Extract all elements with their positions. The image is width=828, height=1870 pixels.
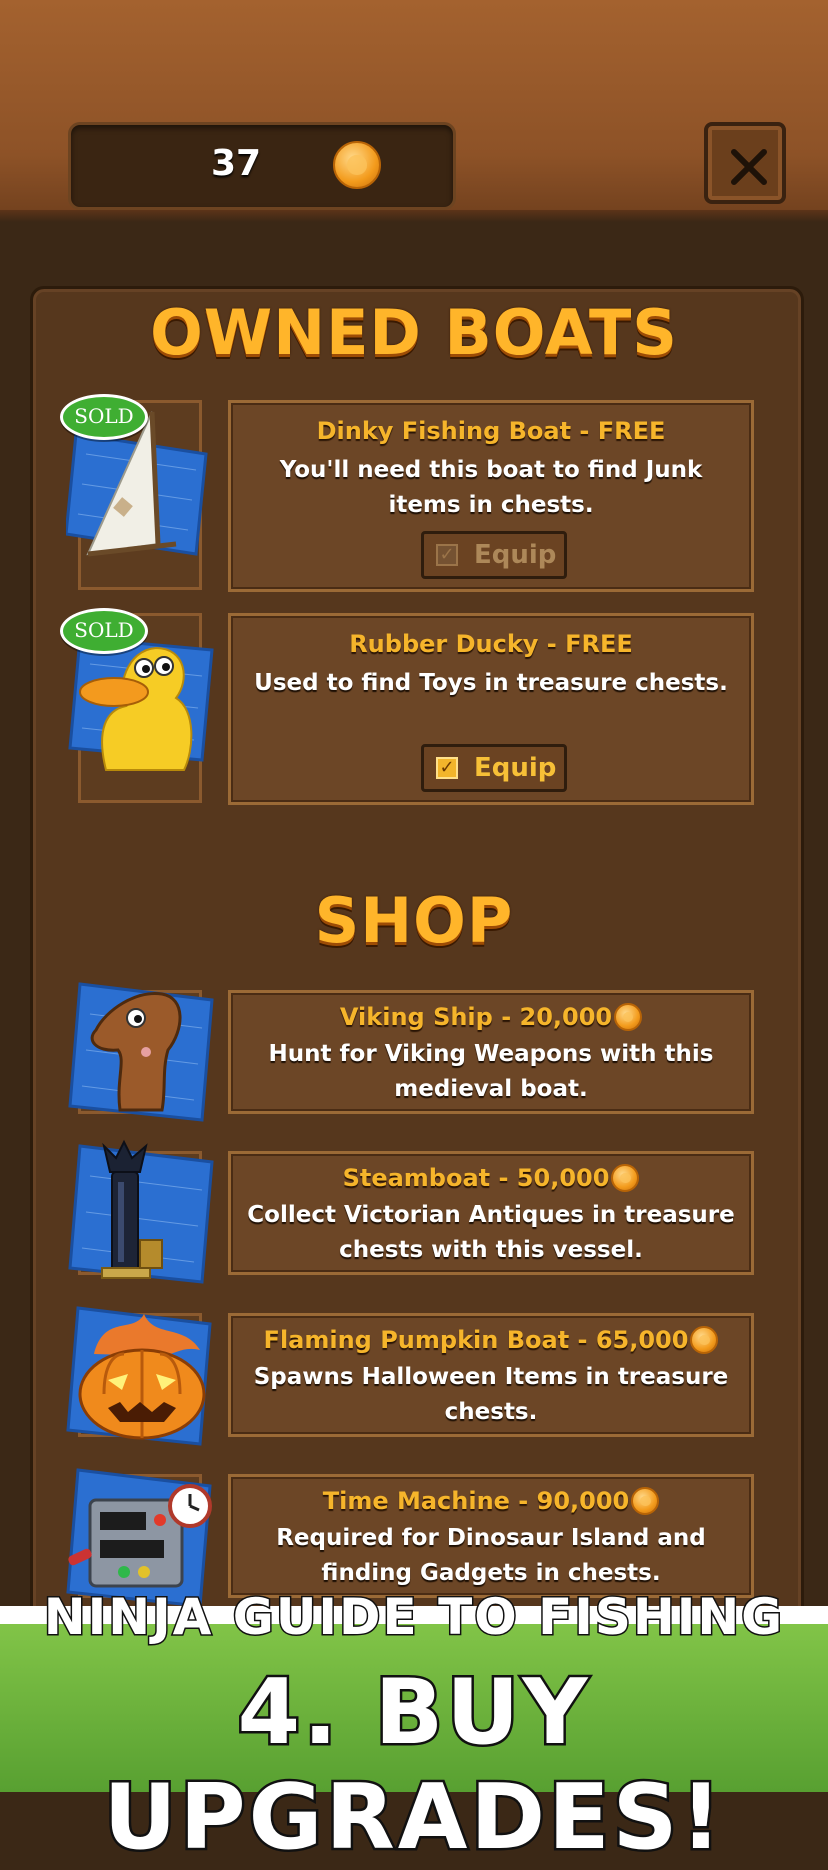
sold-badge: SOLD (60, 608, 148, 654)
checkbox-checked-icon: ✓ (436, 757, 458, 779)
coin-icon (631, 1487, 660, 1515)
shop-boat-card[interactable]: Flaming Pumpkin Boat - 65,000 Spawns Hal… (228, 1313, 754, 1437)
boat-description-line: Collect Victorian Antiques in treasure (247, 1202, 735, 1228)
boat-title: Rubber Ducky - FREE (349, 630, 633, 658)
boat-description-line: chests. (444, 1399, 538, 1425)
boat-title: Time Machine - 90,000 (322, 1487, 630, 1515)
owned-boat-card: Dinky Fishing Boat - FREE You'll need th… (228, 400, 754, 592)
boat-description-line: Required for Dinosaur Island and (276, 1525, 706, 1551)
boat-description-line: You'll need this boat to find Junk (279, 457, 703, 483)
boat-price-title: Viking Ship - 20,000 (231, 1003, 751, 1031)
shop-boat-card[interactable]: Steamboat - 50,000 Collect Victorian Ant… (228, 1151, 754, 1275)
boat-title: Steamboat - 50,000 (342, 1164, 610, 1192)
coin-icon (611, 1164, 640, 1192)
boat-description-line: finding Gadgets in chests. (321, 1560, 661, 1586)
flaming-pumpkin-blueprint-icon (64, 1294, 214, 1454)
viking-dragon-blueprint-icon (66, 970, 216, 1130)
boat-price-title: Time Machine - 90,000 (231, 1487, 751, 1515)
boat-title: Flaming Pumpkin Boat - 65,000 (263, 1326, 689, 1354)
coin-count: 37 (211, 143, 262, 184)
close-icon (731, 149, 767, 185)
boat-description-line: items in chests. (388, 492, 594, 518)
sold-badge: SOLD (60, 394, 148, 440)
coin-icon (614, 1003, 643, 1031)
boat-price-title: Flaming Pumpkin Boat - 65,000 (231, 1326, 751, 1354)
close-button[interactable] (704, 122, 786, 204)
equip-button[interactable]: ✓ Equip (421, 531, 567, 579)
boat-description-line: medieval boat. (394, 1076, 588, 1102)
banner-subtitle: NINJA GUIDE TO FISHING (42, 1587, 785, 1648)
owned-boat-card: Rubber Ducky - FREE Used to find Toys in… (228, 613, 754, 805)
coin-icon (690, 1326, 719, 1354)
checkbox-icon: ✓ (436, 544, 458, 566)
boat-description-line: Used to find Toys in treasure chests. (254, 670, 728, 696)
boat-title: Dinky Fishing Boat - FREE (316, 417, 666, 445)
steamboat-blueprint-icon (66, 1132, 216, 1292)
boat-description-line: Hunt for Viking Weapons with this (268, 1041, 714, 1067)
owned-boats-title: OWNED BOATS (150, 296, 678, 369)
equip-button[interactable]: ✓ Equip (421, 744, 567, 792)
shop-boat-card[interactable]: Time Machine - 90,000 Required for Dinos… (228, 1474, 754, 1598)
coin-icon (333, 141, 381, 189)
boat-price-title: Steamboat - 50,000 (231, 1164, 751, 1192)
shop-boat-card[interactable]: Viking Ship - 20,000 Hunt for Viking Wea… (228, 990, 754, 1114)
equip-label: Equip (474, 540, 557, 570)
shop-title: SHOP (314, 884, 514, 957)
coin-balance: 37 (68, 122, 456, 210)
top-bar: 37 (0, 0, 828, 222)
equip-label: Equip (474, 753, 557, 783)
boat-title: Viking Ship - 20,000 (339, 1003, 613, 1031)
boat-description-line: Spawns Halloween Items in treasure (253, 1364, 729, 1390)
boat-description-line: chests with this vessel. (339, 1237, 643, 1263)
banner-title: 4. BUY UPGRADES! (101, 1658, 725, 1870)
